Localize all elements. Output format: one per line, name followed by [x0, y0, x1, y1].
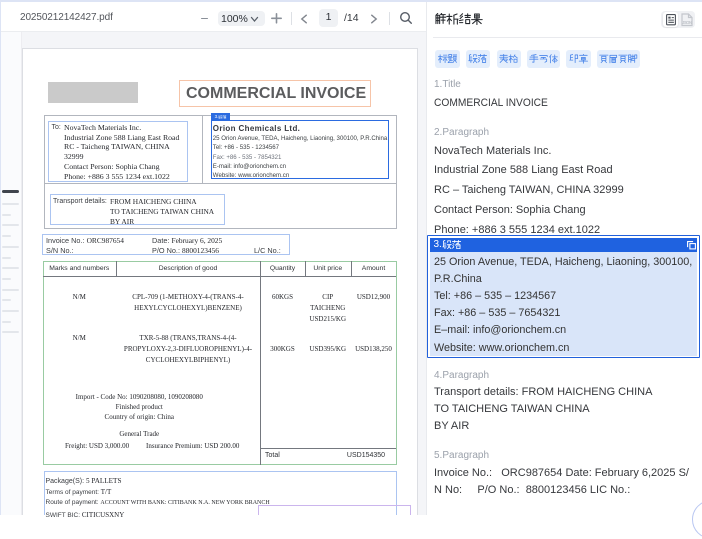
svg-text:JSON: JSON: [682, 20, 692, 25]
